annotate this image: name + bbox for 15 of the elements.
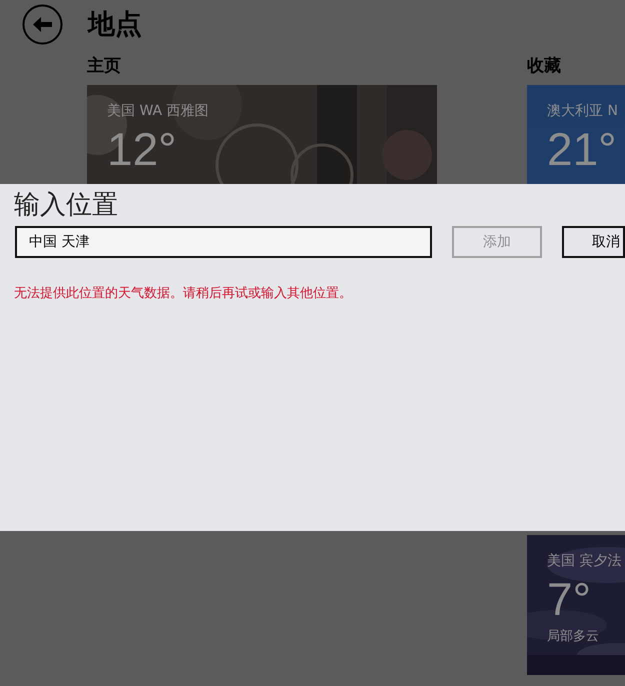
cancel-button[interactable]: 取消 — [562, 226, 625, 258]
temperature: 21° — [547, 122, 617, 177]
section-heading: 主页 — [87, 55, 122, 77]
error-message: 无法提供此位置的天气数据。请稍后再试或输入其他位置。 — [14, 285, 353, 302]
weather-tile[interactable]: 美国 宾夕法 7° 局部多云 — [527, 535, 625, 675]
temperature: 7° — [547, 572, 591, 627]
location-input[interactable]: 中国 天津 — [15, 226, 432, 258]
back-icon[interactable] — [22, 4, 63, 44]
location-name: 美国 宾夕法 — [547, 552, 622, 571]
page-title: 地点 — [88, 8, 142, 42]
location-name: 澳大利亚 N — [547, 102, 618, 121]
location-name: 美国 WA 西雅图 — [107, 102, 209, 121]
weather-condition: 局部多云 — [547, 628, 599, 645]
section-heading: 收藏 — [527, 55, 562, 77]
temperature: 12° — [107, 122, 177, 177]
